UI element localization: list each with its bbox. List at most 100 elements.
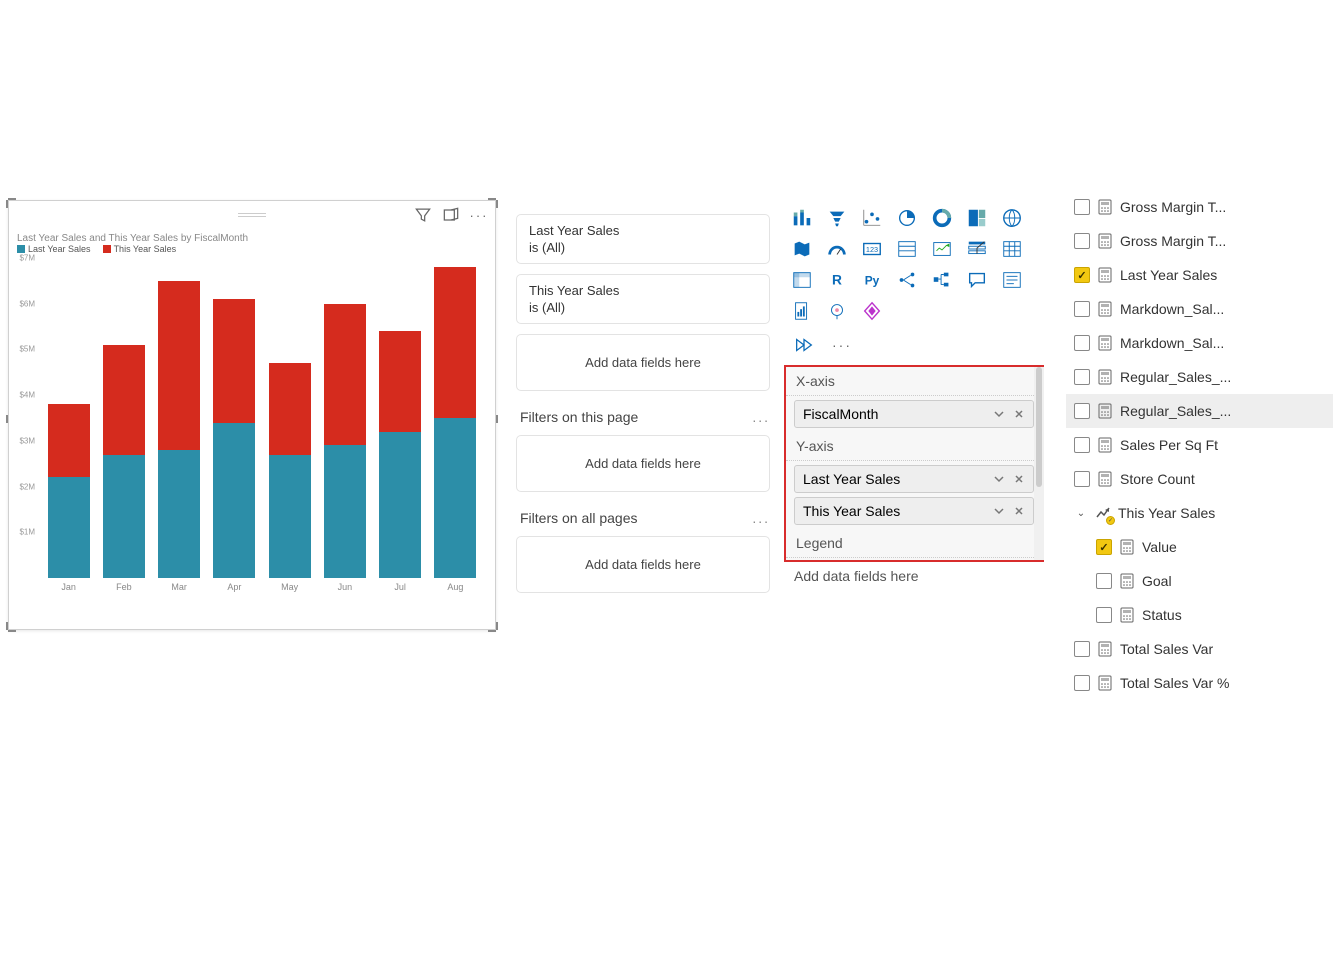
donut-chart-icon[interactable] <box>926 204 958 232</box>
field-checkbox[interactable] <box>1074 437 1090 453</box>
field-checkbox[interactable] <box>1074 233 1090 249</box>
bar-aug[interactable] <box>434 267 476 578</box>
narrative-icon[interactable] <box>996 266 1028 294</box>
multi-row-card-icon[interactable] <box>891 235 923 263</box>
field-item[interactable]: Goal <box>1066 564 1333 598</box>
chart-plot-area[interactable]: $7M$6M$5M$4M$3M$2M$1M JanFebMarAprMayJun… <box>37 258 487 598</box>
filled-map-icon[interactable] <box>786 235 818 263</box>
bar-jan[interactable] <box>48 404 90 578</box>
more-options-icon[interactable]: ··· <box>469 205 489 225</box>
well-field-fiscalmonth[interactable]: FiscalMonth <box>794 400 1034 428</box>
bar-jun[interactable] <box>324 304 366 578</box>
filter-card[interactable]: This Year Sales is (All) <box>516 274 770 324</box>
qa-visual-icon[interactable] <box>961 266 993 294</box>
remove-field-icon[interactable] <box>1011 406 1027 422</box>
field-item[interactable]: Sales Per Sq Ft <box>1066 428 1333 462</box>
remove-field-icon[interactable] <box>1011 503 1027 519</box>
field-item[interactable]: ⌄✓This Year Sales <box>1066 496 1333 530</box>
card-icon[interactable]: 123 <box>856 235 888 263</box>
field-item[interactable]: Value <box>1066 530 1333 564</box>
matrix-icon[interactable] <box>786 266 818 294</box>
calculator-icon <box>1118 606 1136 624</box>
filter-drop-zone[interactable]: Add data fields here <box>516 536 770 593</box>
field-label: Goal <box>1142 573 1172 589</box>
chevron-down-icon[interactable] <box>991 471 1007 487</box>
field-item[interactable]: Gross Margin T... <box>1066 190 1333 224</box>
field-item[interactable]: Gross Margin T... <box>1066 224 1333 258</box>
filter-drop-zone[interactable]: Add data fields here <box>516 435 770 492</box>
map-icon[interactable] <box>996 204 1028 232</box>
power-apps-icon[interactable] <box>856 297 888 325</box>
well-field-thisyearsales[interactable]: This Year Sales <box>794 497 1034 525</box>
arcgis-map-icon[interactable] <box>821 297 853 325</box>
slicer-icon[interactable] <box>961 235 993 263</box>
bar-may[interactable] <box>269 363 311 578</box>
field-checkbox[interactable] <box>1096 607 1112 623</box>
field-item[interactable]: Markdown_Sal... <box>1066 326 1333 360</box>
bar-mar[interactable] <box>158 281 200 578</box>
bar-feb[interactable] <box>103 345 145 578</box>
field-checkbox[interactable] <box>1074 641 1090 657</box>
python-visual-icon[interactable]: Py <box>856 266 888 294</box>
field-checkbox[interactable] <box>1074 301 1090 317</box>
power-automate-icon[interactable] <box>788 331 820 359</box>
bar-jul[interactable] <box>379 331 421 578</box>
more-options-icon[interactable]: ... <box>752 510 770 526</box>
calculator-icon <box>1096 266 1114 284</box>
field-checkbox[interactable] <box>1074 369 1090 385</box>
field-item[interactable]: Regular_Sales_... <box>1066 394 1333 428</box>
field-label: Markdown_Sal... <box>1120 301 1224 317</box>
chevron-down-icon[interactable] <box>991 406 1007 422</box>
field-checkbox[interactable] <box>1096 573 1112 589</box>
field-label: Gross Margin T... <box>1120 199 1226 215</box>
well-field-lastyearsales[interactable]: Last Year Sales <box>794 465 1034 493</box>
field-checkbox[interactable] <box>1074 335 1090 351</box>
calculator-icon <box>1096 198 1114 216</box>
field-checkbox[interactable] <box>1074 403 1090 419</box>
calculator-icon <box>1096 640 1114 658</box>
field-checkbox[interactable] <box>1074 267 1090 283</box>
paginated-report-icon[interactable] <box>786 297 818 325</box>
bar-apr[interactable] <box>213 299 255 578</box>
scatter-chart-icon[interactable] <box>856 204 888 232</box>
chevron-down-icon[interactable]: ⌄ <box>1074 508 1088 519</box>
wells-scrollbar[interactable] <box>1034 367 1044 560</box>
chart-panel: ··· Last Year Sales and This Year Sales … <box>0 0 500 966</box>
field-checkbox[interactable] <box>1074 675 1090 691</box>
fields-pane: Gross Margin T...Gross Margin T...Last Y… <box>1048 190 1333 966</box>
more-visuals-icon[interactable]: ··· <box>826 331 858 359</box>
r-visual-icon[interactable]: R <box>821 266 853 294</box>
field-item[interactable]: Last Year Sales <box>1066 258 1333 292</box>
treemap-icon[interactable] <box>961 204 993 232</box>
field-item[interactable]: Total Sales Var % <box>1066 666 1333 700</box>
field-item[interactable]: Store Count <box>1066 462 1333 496</box>
decomposition-tree-icon[interactable] <box>926 266 958 294</box>
field-checkbox[interactable] <box>1074 471 1090 487</box>
gauge-icon[interactable] <box>821 235 853 263</box>
calculator-icon <box>1096 436 1114 454</box>
viz-type-gallery: 123RPy <box>784 202 1044 327</box>
filter-icon[interactable] <box>413 205 433 225</box>
chevron-down-icon[interactable] <box>991 503 1007 519</box>
remove-field-icon[interactable] <box>1011 471 1027 487</box>
pie-chart-icon[interactable] <box>891 204 923 232</box>
chart-visual[interactable]: ··· Last Year Sales and This Year Sales … <box>8 200 496 630</box>
field-item[interactable]: Status <box>1066 598 1333 632</box>
field-item[interactable]: Markdown_Sal... <box>1066 292 1333 326</box>
stacked-column-chart-icon[interactable] <box>786 204 818 232</box>
field-checkbox[interactable] <box>1074 199 1090 215</box>
funnel-chart-icon[interactable] <box>821 204 853 232</box>
field-item[interactable]: Regular_Sales_... <box>1066 360 1333 394</box>
drag-handle-icon[interactable] <box>238 213 266 219</box>
field-checkbox[interactable] <box>1096 539 1112 555</box>
kpi-icon[interactable] <box>926 235 958 263</box>
field-item[interactable]: Total Sales Var <box>1066 632 1333 666</box>
filter-card[interactable]: Last Year Sales is (All) <box>516 214 770 264</box>
field-label: Value <box>1142 539 1177 555</box>
focus-mode-icon[interactable] <box>441 205 461 225</box>
table-icon[interactable] <box>996 235 1028 263</box>
filter-drop-zone[interactable]: Add data fields here <box>516 334 770 391</box>
more-options-icon[interactable]: ... <box>752 409 770 425</box>
legend-drop-zone[interactable]: Add data fields here <box>784 562 1044 590</box>
key-influencers-icon[interactable] <box>891 266 923 294</box>
